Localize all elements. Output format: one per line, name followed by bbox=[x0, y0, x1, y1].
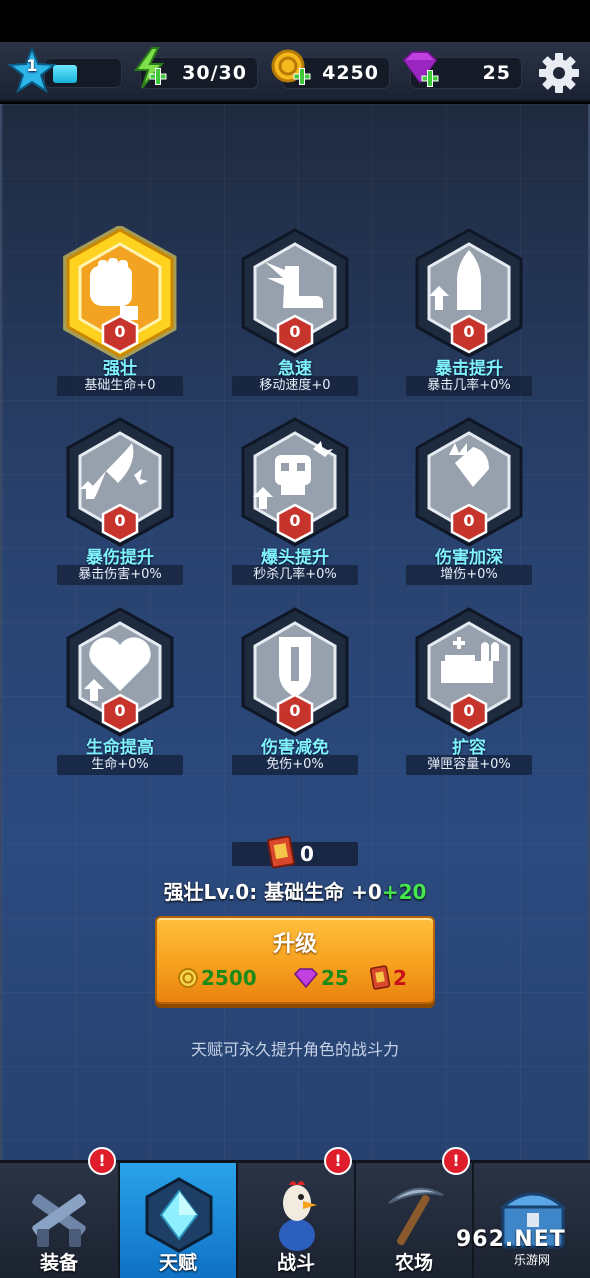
talent-description: 增伤+0% bbox=[406, 565, 532, 585]
gem-icon bbox=[402, 51, 439, 87]
book-cost: 2 bbox=[369, 964, 407, 992]
watermark-text: 962.NET bbox=[456, 1227, 566, 1252]
talent-level: 0 bbox=[289, 701, 301, 720]
tab-battle[interactable]: ! 战斗 bbox=[236, 1147, 354, 1278]
talent-book-icon bbox=[267, 836, 295, 869]
talent-description: 生命+0% bbox=[57, 755, 183, 775]
watermark-subtext: 乐游网 bbox=[514, 1253, 551, 1267]
talent-description: 秒杀几率+0% bbox=[232, 565, 358, 585]
crystal-hex-icon bbox=[145, 1177, 213, 1253]
talent-tip: 天赋可永久提升角色的战斗力 bbox=[190, 1040, 399, 1059]
book-count-value: 0 bbox=[300, 842, 314, 866]
gem-cost: 25 bbox=[293, 964, 349, 992]
talent-card[interactable]: 0 暴击提升 暴击几率+0% bbox=[394, 226, 544, 406]
talent-description: 弹匣容量+0% bbox=[406, 755, 532, 775]
upgrade-button[interactable]: 升级 2500 25 2 bbox=[155, 916, 435, 1004]
selected-talent-text: 强壮Lv.0: 基础生命 +0 bbox=[163, 880, 382, 904]
talent-card[interactable]: 0 爆头提升 秒杀几率+0% bbox=[220, 415, 370, 595]
energy-value: 30/30 bbox=[182, 62, 247, 84]
book-cost-value: 2 bbox=[393, 966, 407, 990]
talent-level: 0 bbox=[114, 701, 126, 720]
talent-description: 免伤+0% bbox=[232, 755, 358, 775]
coin-value: 4250 bbox=[322, 62, 379, 84]
talent-card[interactable]: 0 强壮 基础生命+0 bbox=[45, 226, 195, 406]
energy-icon bbox=[134, 47, 167, 89]
talent-card[interactable]: 0 急速 移动速度+0 bbox=[220, 226, 370, 406]
talent-level: 0 bbox=[289, 511, 301, 530]
tab-talent[interactable]: 天赋 bbox=[118, 1163, 236, 1278]
coin-cost: 2500 bbox=[177, 964, 257, 992]
farm-alert-badge: ! bbox=[442, 1147, 470, 1175]
battle-alert-badge: ! bbox=[324, 1147, 352, 1175]
talent-book-icon bbox=[369, 965, 391, 990]
talent-card[interactable]: 0 扩容 弹匣容量+0% bbox=[394, 605, 544, 785]
talent-card[interactable]: 0 暴伤提升 暴击伤害+0% bbox=[45, 415, 195, 595]
talent-description: 基础生命+0 bbox=[57, 376, 183, 396]
talent-card[interactable]: 0 生命提高 生命+0% bbox=[45, 605, 195, 785]
coin-cost-value: 2500 bbox=[201, 966, 257, 990]
gem-cost-value: 25 bbox=[321, 966, 349, 990]
coin-icon bbox=[271, 49, 311, 85]
talent-description: 暴击伤害+0% bbox=[57, 565, 183, 585]
coin-icon bbox=[178, 968, 198, 988]
talent-level: 0 bbox=[289, 322, 301, 341]
selected-talent-info: 强壮Lv.0: 基础生命 +0+20 bbox=[0, 876, 590, 905]
top-hud: 1 30/30 4250 25 bbox=[0, 42, 590, 102]
talent-level: 0 bbox=[114, 511, 126, 530]
talent-card[interactable]: 0 伤害减免 免伤+0% bbox=[220, 605, 370, 785]
talent-level: 0 bbox=[463, 322, 475, 341]
upgrade-button-label: 升级 bbox=[272, 932, 317, 957]
talent-card[interactable]: 0 伤害加深 增伤+0% bbox=[394, 415, 544, 595]
talent-description: 暴击几率+0% bbox=[406, 376, 532, 396]
gem-value: 25 bbox=[482, 62, 511, 84]
tab-equipment-label: 装备 bbox=[39, 1252, 78, 1274]
next-level-bonus: +20 bbox=[381, 880, 427, 904]
xp-fill bbox=[53, 65, 77, 83]
watermark: 962.NET 乐游网 bbox=[448, 1225, 586, 1271]
equipment-alert-badge: ! bbox=[88, 1147, 116, 1175]
status-bar bbox=[0, 0, 590, 42]
chicken-hero-icon bbox=[279, 1181, 317, 1251]
pickaxe-icon bbox=[388, 1187, 444, 1246]
talent-description: 移动速度+0 bbox=[232, 376, 358, 396]
gear-icon[interactable] bbox=[536, 50, 582, 96]
talent-level: 0 bbox=[463, 701, 475, 720]
talent-level: 0 bbox=[114, 322, 126, 341]
talent-level: 0 bbox=[463, 511, 475, 530]
tab-battle-label: 战斗 bbox=[276, 1252, 315, 1274]
player-level: 1 bbox=[26, 56, 38, 75]
tab-talent-label: 天赋 bbox=[158, 1252, 197, 1274]
crossed-guns-icon bbox=[32, 1194, 86, 1247]
gem-icon bbox=[293, 968, 319, 989]
tab-equipment[interactable]: ! 装备 bbox=[0, 1147, 118, 1278]
